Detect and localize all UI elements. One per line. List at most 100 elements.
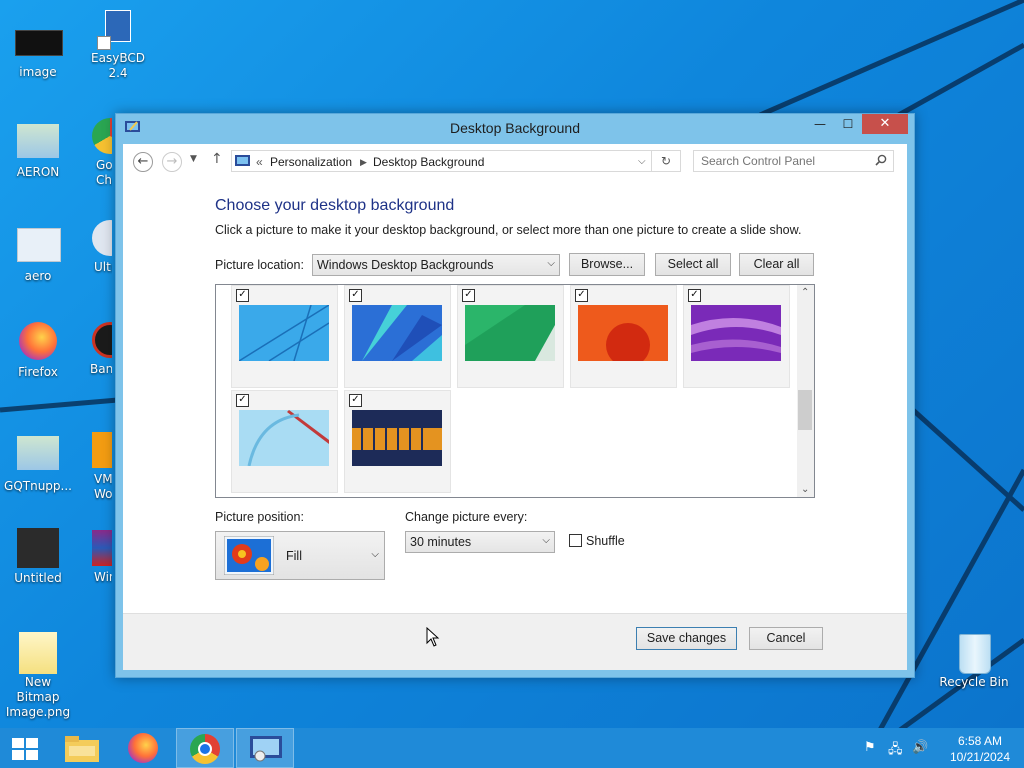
picture-position-value: Fill <box>286 549 302 563</box>
desktop-icon-label: Recycle Bin <box>939 675 1009 689</box>
taskbar-file-explorer[interactable] <box>54 728 112 768</box>
desktop-icon-image[interactable]: image <box>2 22 74 80</box>
wallpaper-checkbox[interactable]: ✓ <box>236 394 249 407</box>
select-all-button[interactable]: Select all <box>655 253 731 276</box>
vmware-icon <box>82 432 112 472</box>
wallpaper-tile[interactable]: ✓ <box>231 390 338 493</box>
image-file-icon <box>15 226 61 266</box>
chevron-down-icon: ⌵ <box>547 258 555 269</box>
recent-pages-dropdown-icon[interactable]: ▼ <box>190 154 197 164</box>
wallpaper-tile[interactable]: ✓ <box>231 285 338 388</box>
desktop-icon-firefox[interactable]: Firefox <box>2 322 74 380</box>
gallery-scrollbar[interactable]: ⌃ ⌄ <box>797 285 814 497</box>
wallpaper-thumbnail <box>465 305 555 361</box>
clear-all-button[interactable]: Clear all <box>739 253 814 276</box>
page-title: Choose your desktop background <box>215 197 455 214</box>
desktop-icon-label: Band <box>90 362 112 376</box>
desktop-icon-label: AERON <box>16 165 60 179</box>
bandicam-icon <box>82 322 112 362</box>
wallpaper-tile[interactable]: ✓ <box>570 285 677 388</box>
breadcrumb-overflow[interactable]: « <box>256 155 263 169</box>
breadcrumb-desktop-background[interactable]: Desktop Background <box>373 155 484 169</box>
start-button[interactable] <box>0 728 50 768</box>
wallpaper-checkbox[interactable]: ✓ <box>349 394 362 407</box>
desktop-icon-label: Firefox <box>18 365 58 379</box>
change-picture-interval-select[interactable]: 30 minutes ⌵ <box>405 531 555 553</box>
wallpaper-tile[interactable]: ✓ <box>344 390 451 493</box>
picture-position-select[interactable]: Fill ⌵ <box>215 531 385 580</box>
network-icon[interactable]: 🖧 <box>888 740 903 762</box>
wallpaper-tile[interactable]: ✓ <box>683 285 790 388</box>
wallpaper-checkbox[interactable]: ✓ <box>688 289 701 302</box>
scroll-up-icon[interactable]: ⌃ <box>801 287 809 298</box>
navigation-bar: ← → ▼ ↑ « Personalization ▶ Desktop Back… <box>123 144 907 180</box>
browse-button[interactable]: Browse... <box>569 253 645 276</box>
desktop-icon-untitled[interactable]: Untitled <box>2 528 74 586</box>
minimize-button[interactable]: — <box>806 115 834 135</box>
chrome-icon <box>190 734 220 764</box>
wallpaper-checkbox[interactable]: ✓ <box>462 289 475 302</box>
wallpaper-checkbox[interactable]: ✓ <box>349 289 362 302</box>
anime-image-icon <box>15 632 61 674</box>
control-panel-icon <box>235 155 250 166</box>
address-bar[interactable]: « Personalization ▶ Desktop Background ⌵ <box>231 150 681 172</box>
maximize-button[interactable]: ☐ <box>834 115 862 135</box>
scrollbar-thumb[interactable] <box>798 390 812 430</box>
desktop-icon-label: New Bitmap Image.png <box>5 675 71 719</box>
scroll-down-icon[interactable]: ⌄ <box>801 484 809 495</box>
search-input[interactable] <box>701 154 866 168</box>
shuffle-checkbox[interactable]: Shuffle <box>569 534 625 548</box>
desktop-icon-label: Win <box>94 570 112 584</box>
desktop-icon-aeron[interactable]: AERON <box>2 122 74 180</box>
picture-position-label: Picture position: <box>215 510 304 524</box>
address-dropdown-icon[interactable]: ⌵ <box>638 156 646 167</box>
desktop-icon-label: Ultr <box>94 260 112 274</box>
page-description: Click a picture to make it your desktop … <box>215 223 802 237</box>
action-center-flag-icon[interactable]: ⚑ <box>864 740 876 755</box>
desktop-icon-vmware[interactable]: VM Work <box>82 432 112 502</box>
wallpaper-tile[interactable]: ✓ <box>344 285 451 388</box>
title-bar[interactable]: Desktop Background — ☐ ✕ <box>116 114 914 144</box>
taskbar: ⚑ 🖧 🔊 6:58 AM 10/21/2024 <box>0 728 1024 768</box>
up-button[interactable]: ↑ <box>211 151 223 167</box>
wallpaper-thumbnail <box>239 410 329 466</box>
breadcrumb-separator-icon[interactable]: ▶ <box>360 157 367 168</box>
desktop-icon-bandicam[interactable]: Band <box>82 322 112 377</box>
desktop-icon-recycle-bin[interactable]: Recycle Bin <box>938 632 1010 690</box>
picture-location-select[interactable]: Windows Desktop Backgrounds ⌵ <box>312 254 560 276</box>
taskbar-clock[interactable]: 6:58 AM 10/21/2024 <box>950 733 1010 765</box>
desktop-background-window: Desktop Background — ☐ ✕ ← → ▼ ↑ « Perso… <box>115 113 915 678</box>
desktop-icon-chrome[interactable]: Go Chr <box>82 118 112 188</box>
desktop-icon-ultra[interactable]: Ultr <box>82 220 112 275</box>
forward-button[interactable]: → <box>162 152 182 172</box>
search-icon[interactable] <box>875 154 887 166</box>
wallpaper-checkbox[interactable]: ✓ <box>236 289 249 302</box>
volume-icon[interactable]: 🔊 <box>912 740 928 755</box>
desktop-icon-winrar[interactable]: Win <box>82 530 112 585</box>
window-title: Desktop Background <box>450 120 580 136</box>
taskbar-firefox[interactable] <box>116 728 174 768</box>
desktop-icon-easybcd[interactable]: EasyBCD 2.4 <box>82 8 154 81</box>
save-changes-button[interactable]: Save changes <box>636 627 737 650</box>
refresh-button[interactable]: ↻ <box>651 150 681 172</box>
desktop-icon-label: GQTnupp... <box>4 479 72 493</box>
desktop-icon-label: aero <box>24 269 52 283</box>
anime-image-icon <box>15 122 61 162</box>
chrome-icon <box>82 118 112 158</box>
back-button[interactable]: ← <box>133 152 153 172</box>
picture-location-value: Windows Desktop Backgrounds <box>317 258 494 272</box>
desktop-icon-aero[interactable]: aero <box>2 226 74 284</box>
wallpaper-tile[interactable]: ✓ <box>457 285 564 388</box>
breadcrumb-personalization[interactable]: Personalization <box>270 155 352 169</box>
desktop-icon-gqtnupp[interactable]: GQTnupp... <box>2 436 74 494</box>
search-box[interactable] <box>693 150 894 172</box>
wallpaper-checkbox[interactable]: ✓ <box>575 289 588 302</box>
control-panel-icon <box>250 736 282 762</box>
checkbox-box[interactable] <box>569 534 582 547</box>
cancel-button[interactable]: Cancel <box>749 627 823 650</box>
refresh-icon: ↻ <box>660 154 672 168</box>
taskbar-control-panel[interactable] <box>236 728 294 768</box>
desktop-icon-new-bitmap[interactable]: New Bitmap Image.png <box>2 632 74 720</box>
close-button[interactable]: ✕ <box>862 114 908 134</box>
taskbar-chrome[interactable] <box>176 728 234 768</box>
